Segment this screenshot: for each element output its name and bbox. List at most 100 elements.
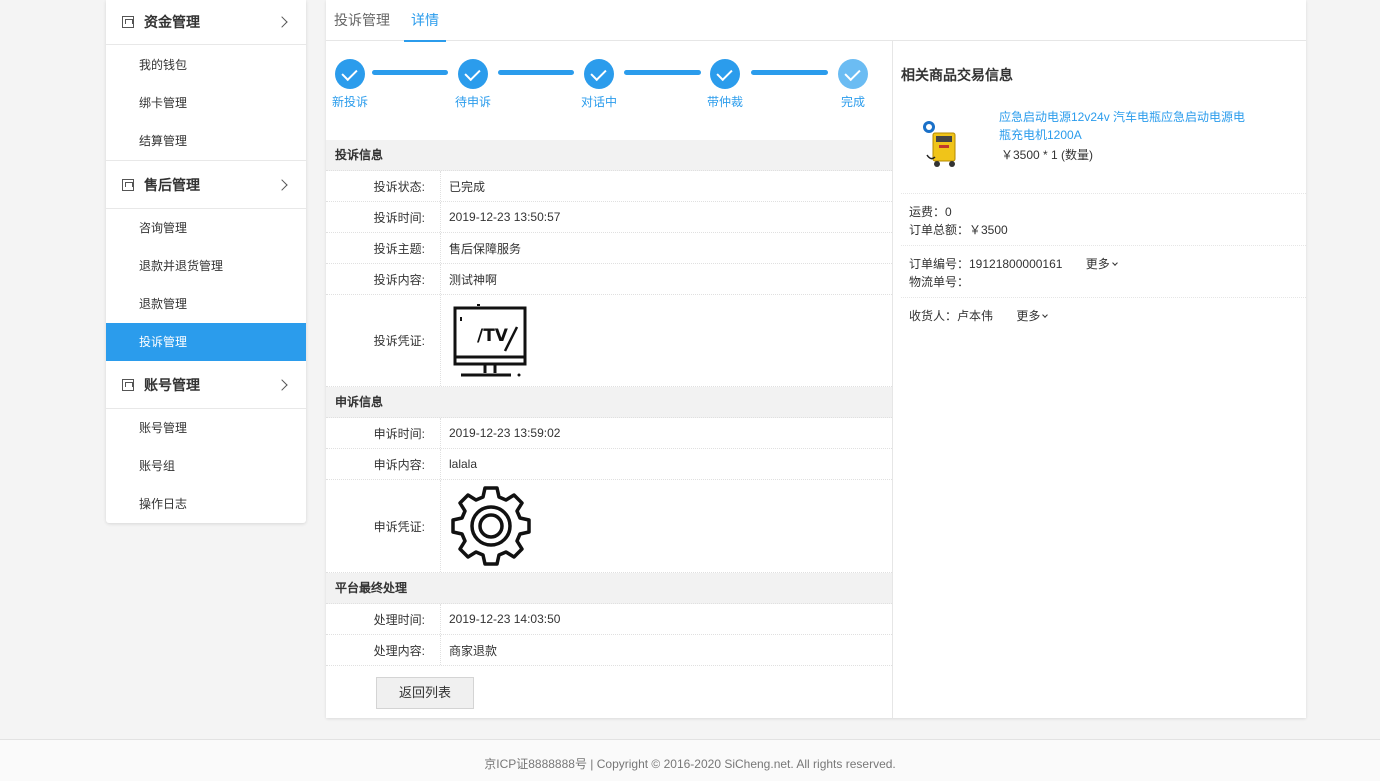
svg-text:/TV: /TV [477, 326, 509, 346]
progress-steps: 新投诉 待申诉 对话中 带仲裁 完成 [326, 41, 892, 140]
order-info: 订单编号：19121800000161 更多 物流单号： [901, 246, 1306, 298]
row-complaint-status: 投诉状态: 已完成 [326, 171, 892, 202]
evidence-image[interactable] [441, 480, 533, 572]
field-value: 售后保障服务 [449, 241, 522, 256]
step-connector [372, 70, 448, 75]
step-connector [751, 70, 828, 75]
row-complaint-evidence: 投诉凭证: /TV [326, 295, 892, 387]
order-more-dropdown[interactable]: 更多 [1085, 257, 1118, 271]
sidebar-item-bind-card[interactable]: 绑卡管理 [106, 84, 306, 122]
receiver-name: 收货人：卢本伟 [909, 309, 994, 323]
step-label: 带仲裁 [706, 95, 743, 109]
step-label: 对话中 [580, 95, 617, 109]
field-value: lalala [449, 457, 478, 471]
product-image[interactable] [919, 119, 969, 171]
menu-icon [122, 378, 134, 391]
row-complaint-time: 投诉时间: 2019-12-23 13:50:57 [326, 202, 892, 233]
sidebar-item-complaint[interactable]: 投诉管理 [106, 323, 306, 361]
more-label: 更多 [1016, 309, 1041, 323]
sidebar-item-settlement[interactable]: 结算管理 [106, 122, 306, 160]
tab-complaint-management[interactable]: 投诉管理 [334, 0, 390, 41]
menu-icon [122, 16, 134, 28]
trade-info-title: 相关商品交易信息 [901, 67, 1013, 83]
complaint-detail: 新投诉 待申诉 对话中 带仲裁 完成 投诉信息 投诉状态: 已完成 投诉时间: … [326, 41, 893, 718]
field-value: 2019-12-23 13:50:57 [449, 210, 561, 224]
step-new: 新投诉 [320, 59, 380, 110]
field-label: 投诉凭证: [326, 295, 441, 386]
field-value: 2019-12-23 14:03:50 [449, 612, 561, 626]
step-label: 完成 [840, 95, 865, 109]
sidebar-item-refund-return[interactable]: 退款并退货管理 [106, 247, 306, 285]
sidebar-group-title: 资金管理 [144, 14, 200, 30]
step-dialog: 对话中 [569, 59, 629, 110]
row-appeal-content: 申诉内容: lalala [326, 449, 892, 480]
chevron-right-icon [276, 378, 288, 391]
section-title-appeal: 申诉信息 [326, 387, 892, 418]
field-label: 投诉内容: [326, 264, 441, 294]
tv-icon: /TV [453, 303, 527, 376]
chevron-right-icon [276, 178, 288, 191]
sidebar-group-header-account[interactable]: 账号管理 [106, 361, 306, 409]
field-value: 商家退款 [449, 643, 498, 658]
row-complaint-content: 投诉内容: 测试神啊 [326, 264, 892, 295]
trade-info: 相关商品交易信息 应急启动电源12v24v 汽车电瓶应急启动电源电瓶充电机120… [894, 41, 1306, 718]
row-appeal-time: 申诉时间: 2019-12-23 13:59:02 [326, 418, 892, 449]
menu-icon [122, 178, 134, 191]
evidence-image[interactable]: /TV [441, 295, 529, 386]
sidebar: 资金管理 我的钱包 绑卡管理 结算管理 售后管理 咨询管理 退款并退货管理 退款… [106, 0, 306, 523]
chevron-down-icon [1042, 312, 1049, 318]
sidebar-group-header-funds[interactable]: 资金管理 [106, 0, 306, 45]
sidebar-group-title: 账号管理 [144, 376, 200, 393]
shipping-fee: 运费：0 [909, 205, 952, 219]
section-title-final: 平台最终处理 [326, 573, 892, 604]
sidebar-group-title: 售后管理 [144, 176, 200, 193]
step-label: 待申诉 [454, 95, 491, 109]
main-panel: 投诉管理 详情 新投诉 待申诉 对话中 带仲裁 完成 投诉信息 投诉状态: 已完… [326, 0, 1306, 718]
chevron-down-icon [1111, 260, 1118, 266]
footer: 京ICP证8888888号 | Copyright © 2016-2020 Si… [0, 739, 1380, 781]
logistics-number: 物流单号： [909, 275, 970, 289]
field-value: 测试神啊 [449, 272, 498, 287]
back-to-list-button[interactable]: 返回列表 [376, 677, 474, 709]
row-complaint-subject: 投诉主题: 售后保障服务 [326, 233, 892, 264]
field-value: 2019-12-23 13:59:02 [449, 426, 561, 440]
sidebar-item-account-group[interactable]: 账号组 [106, 447, 306, 485]
more-label: 更多 [1085, 257, 1110, 271]
sidebar-group-header-aftersale[interactable]: 售后管理 [106, 161, 306, 209]
order-number: 订单编号：19121800000161 [909, 257, 1063, 271]
field-label: 投诉时间: [326, 202, 441, 232]
tab-details[interactable]: 详情 [404, 0, 446, 42]
product-price: ￥3500 * 1 (数量) [1001, 148, 1094, 162]
step-connector [498, 70, 574, 75]
receiver-more-dropdown[interactable]: 更多 [1016, 309, 1049, 323]
cost-info: 运费：0 订单总额：￥3500 [901, 194, 1306, 246]
sidebar-item-account[interactable]: 账号管理 [106, 409, 306, 447]
step-complete: 完成 [823, 59, 883, 110]
section-title-complaint: 投诉信息 [326, 140, 892, 171]
sidebar-item-oplog[interactable]: 操作日志 [106, 485, 306, 523]
row-final-content: 处理内容: 商家退款 [326, 635, 892, 666]
field-value: 已完成 [449, 179, 486, 194]
check-icon [458, 59, 488, 89]
check-icon [335, 59, 365, 89]
product-card: 应急启动电源12v24v 汽车电瓶应急启动电源电瓶充电机1200A ￥3500 … [901, 96, 1306, 194]
check-icon [838, 59, 868, 89]
sidebar-item-consult[interactable]: 咨询管理 [106, 209, 306, 247]
field-label: 处理时间: [326, 604, 441, 634]
sidebar-item-refund[interactable]: 退款管理 [106, 285, 306, 323]
product-name-link[interactable]: 应急启动电源12v24v 汽车电瓶应急启动电源电瓶充电机1200A [999, 108, 1249, 144]
tab-bar: 投诉管理 详情 [326, 0, 1306, 42]
sidebar-item-wallet[interactable]: 我的钱包 [106, 46, 306, 84]
step-connector [624, 70, 701, 75]
chevron-right-icon [276, 16, 288, 28]
sidebar-group-funds: 资金管理 我的钱包 绑卡管理 结算管理 [106, 0, 306, 160]
field-label: 投诉主题: [326, 233, 441, 263]
gear-icon [451, 486, 531, 566]
row-appeal-evidence: 申诉凭证: [326, 480, 892, 573]
sidebar-group-account: 账号管理 账号管理 账号组 操作日志 [106, 361, 306, 523]
step-arbitration: 带仲裁 [695, 59, 755, 110]
order-total: 订单总额：￥3500 [909, 223, 1008, 237]
field-label: 申诉内容: [326, 449, 441, 479]
step-label: 新投诉 [331, 95, 368, 109]
row-final-time: 处理时间: 2019-12-23 14:03:50 [326, 604, 892, 635]
